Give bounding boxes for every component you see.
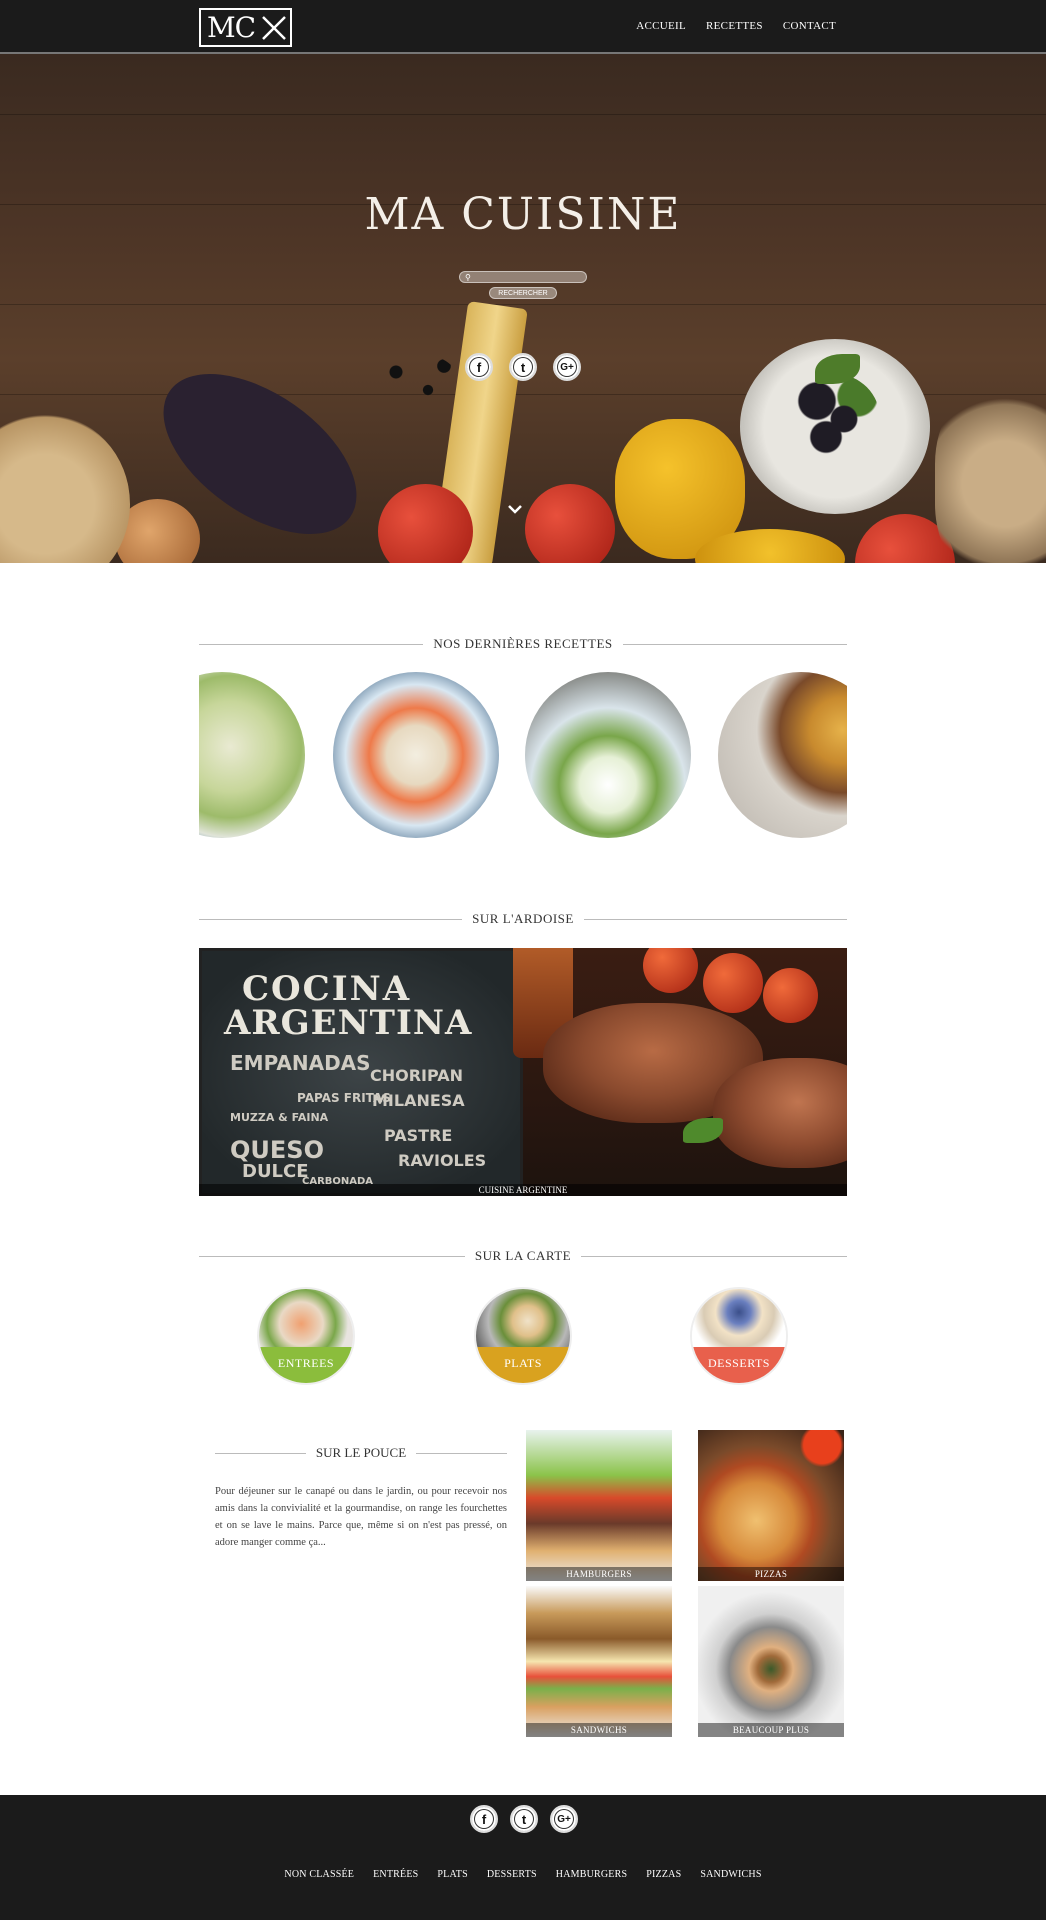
footer-link-entrees[interactable]: ENTRÉES <box>373 1869 418 1880</box>
section-heading-carte: SUR LA CARTE <box>199 1246 848 1266</box>
steak-image <box>513 948 847 1196</box>
tile-hamburgers[interactable]: HAMBURGERS <box>526 1430 672 1581</box>
twitter-icon[interactable]: t <box>510 1805 538 1833</box>
olives-image <box>790 374 880 464</box>
footer-link-desserts[interactable]: DESSERTS <box>487 1869 537 1880</box>
section-title: SUR L'ARDOISE <box>472 911 574 926</box>
nav-link-recettes[interactable]: RECETTES <box>706 20 763 32</box>
site-footer: f t G+ NON CLASSÉE ENTRÉES PLATS DESSERT… <box>0 1795 1046 1920</box>
facebook-icon[interactable]: f <box>465 353 493 381</box>
section-heading-ardoise: SUR L'ARDOISE <box>199 909 848 929</box>
fork-knife-icon <box>262 15 286 40</box>
footer-menu: NON CLASSÉE ENTRÉES PLATS DESSERTS HAMBU… <box>0 1869 1046 1880</box>
site-title: MA CUISINE <box>364 189 682 240</box>
tile-caption: PIZZAS <box>698 1567 844 1581</box>
section-title: NOS DERNIÈRES RECETTES <box>433 636 613 651</box>
pouce-description: Pour déjeuner sur le canapé ou dans le j… <box>215 1486 507 1548</box>
chalkboard-image: COCINA ARGENTINA EMPANADAS CHORIPAN PAPA… <box>199 948 523 1196</box>
hero-banner: MA CUISINE ⚲ RECHERCHER f t G+ <box>0 54 1046 563</box>
category-plats[interactable]: PLATS <box>474 1287 572 1385</box>
category-desserts[interactable]: DESSERTS <box>690 1287 788 1385</box>
facebook-icon[interactable]: f <box>470 1805 498 1833</box>
macaroni-image <box>0 414 130 563</box>
recipe-thumbnail[interactable] <box>718 672 847 838</box>
footer-link-hamburgers[interactable]: HAMBURGERS <box>556 1869 627 1880</box>
nav-link-contact[interactable]: CONTACT <box>783 20 836 32</box>
category-entrees[interactable]: ENTREES <box>257 1287 355 1385</box>
category-label: DESSERTS <box>708 1356 770 1370</box>
logo-text: MC <box>207 10 256 44</box>
tile-caption: HAMBURGERS <box>526 1567 672 1581</box>
twitter-icon[interactable]: t <box>509 353 537 381</box>
scroll-down-chevron-icon[interactable] <box>507 501 523 517</box>
ardoise-caption: CUISINE ARGENTINE <box>199 1184 847 1196</box>
nav-link-accueil[interactable]: ACCUEIL <box>636 20 686 32</box>
footer-social-links: f t G+ <box>470 1805 578 1833</box>
search-input[interactable] <box>460 277 586 288</box>
footer-link-plats[interactable]: PLATS <box>437 1869 467 1880</box>
section-title: SUR LE POUCE <box>315 1445 407 1460</box>
tile-caption: BEAUCOUP PLUS <box>698 1723 844 1737</box>
featured-ardoise-card[interactable]: COCINA ARGENTINA EMPANADAS CHORIPAN PAPA… <box>199 948 847 1196</box>
tile-pizzas[interactable]: PIZZAS <box>698 1430 844 1581</box>
recipes-carousel[interactable] <box>199 672 847 840</box>
footer-link-non-classee[interactable]: NON CLASSÉE <box>284 1869 354 1880</box>
footer-link-sandwichs[interactable]: SANDWICHS <box>700 1869 761 1880</box>
category-label: PLATS <box>504 1356 542 1370</box>
google-plus-icon[interactable]: G+ <box>553 353 581 381</box>
search-icon: ⚲ <box>465 273 471 282</box>
search-button[interactable]: RECHERCHER <box>489 287 557 299</box>
peppercorns-image <box>380 354 460 414</box>
recipe-thumbnail[interactable] <box>525 672 691 838</box>
tomato-image <box>525 484 615 563</box>
section-title: SUR LA CARTE <box>474 1248 572 1263</box>
section-heading-pouce: SUR LE POUCE <box>215 1443 508 1463</box>
tile-caption: SANDWICHS <box>526 1723 672 1737</box>
jar-image <box>935 384 1046 563</box>
top-navbar: MC ACCUEIL RECETTES CONTACT <box>0 0 1046 54</box>
nav-menu: ACCUEIL RECETTES CONTACT <box>636 20 836 32</box>
site-logo[interactable]: MC <box>199 8 292 47</box>
hero-social-links: f t G+ <box>465 353 581 381</box>
section-heading-recettes: NOS DERNIÈRES RECETTES <box>199 634 848 654</box>
tile-sandwichs[interactable]: SANDWICHS <box>526 1586 672 1737</box>
footer-link-pizzas[interactable]: PIZZAS <box>646 1869 681 1880</box>
recipe-thumbnail[interactable] <box>333 672 499 838</box>
recipe-thumbnail[interactable] <box>199 672 305 838</box>
category-label: ENTREES <box>277 1356 335 1370</box>
search-field[interactable]: ⚲ <box>459 271 587 288</box>
google-plus-icon[interactable]: G+ <box>550 1805 578 1833</box>
tile-beaucoup-plus[interactable]: BEAUCOUP PLUS <box>698 1586 844 1737</box>
